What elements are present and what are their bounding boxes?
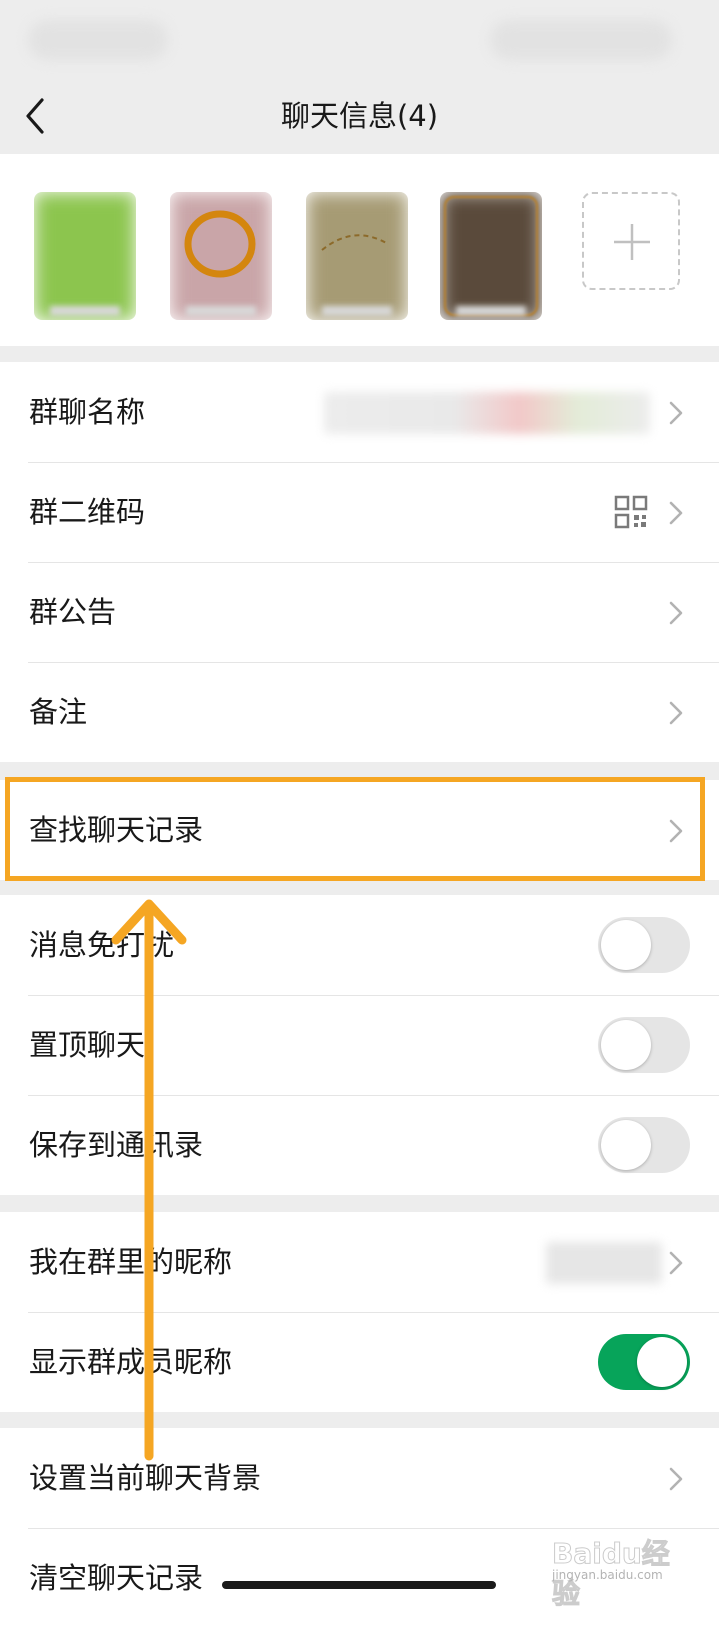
pin-chat-toggle[interactable]: [598, 1017, 690, 1073]
chat-settings-section: 消息免打扰 置顶聊天 保存到通讯录: [0, 895, 719, 1195]
group-name-value-blurred: [324, 392, 650, 434]
member-name-blurred: [322, 306, 392, 316]
mute-row: 消息免打扰: [0, 895, 719, 995]
avatar-image: [34, 192, 136, 320]
member-name-blurred: [186, 306, 256, 316]
chevron-right-icon: [669, 1251, 683, 1275]
avatar-scribble: [444, 196, 538, 316]
toggle-knob: [601, 1020, 651, 1070]
qr-code-icon: [614, 495, 648, 529]
remark-row[interactable]: 备注: [0, 662, 719, 762]
my-group-nickname-row[interactable]: 我在群里的昵称: [0, 1212, 719, 1312]
baidu-watermark: Baidu经验 jingyan.baidu.com: [552, 1532, 682, 1611]
row-label: 设置当前聊天背景: [29, 1461, 262, 1495]
mute-toggle[interactable]: [598, 917, 690, 973]
group-name-row[interactable]: 群聊名称: [0, 362, 719, 462]
avatar-scribble: [184, 210, 256, 278]
save-to-contacts-toggle[interactable]: [598, 1117, 690, 1173]
add-member-button[interactable]: [582, 192, 680, 290]
toggle-knob: [637, 1337, 687, 1387]
member-avatar[interactable]: [440, 192, 542, 320]
row-label: 群公告: [29, 595, 117, 629]
search-chat-history-row[interactable]: 查找聊天记录: [0, 780, 719, 880]
chevron-right-icon: [669, 701, 683, 725]
row-label: 显示群成员昵称: [29, 1345, 233, 1379]
row-label: 备注: [29, 695, 88, 729]
nav-bar: 聊天信息(4): [0, 78, 719, 154]
show-member-nickname-row: 显示群成员昵称: [0, 1312, 719, 1412]
page-title: 聊天信息(4): [280, 99, 439, 133]
status-time-blurred: [28, 20, 168, 60]
row-label: 我在群里的昵称: [29, 1245, 233, 1279]
row-label: 清空聊天记录: [29, 1561, 204, 1595]
search-section: 查找聊天记录: [0, 780, 719, 880]
watermark-url: jingyan.baidu.com: [552, 1568, 663, 1582]
avatar-scribble: [321, 234, 389, 251]
chevron-right-icon: [669, 501, 683, 525]
pin-chat-row: 置顶聊天: [0, 995, 719, 1095]
row-label: 查找聊天记录: [29, 813, 204, 847]
status-icons-blurred: [490, 20, 672, 60]
set-chat-background-row[interactable]: 设置当前聊天背景: [0, 1428, 719, 1528]
row-label: 群聊名称: [29, 395, 146, 429]
group-notice-row[interactable]: 群公告: [0, 562, 719, 662]
toggle-knob: [601, 1120, 651, 1170]
row-label: 保存到通讯录: [29, 1128, 204, 1162]
row-label: 置顶聊天: [29, 1028, 146, 1062]
toggle-knob: [601, 920, 651, 970]
row-label: 消息免打扰: [29, 928, 175, 962]
member-name-blurred: [50, 306, 120, 316]
nickname-section: 我在群里的昵称 显示群成员昵称: [0, 1212, 719, 1412]
group-info-section: 群聊名称 群二维码 群公告 备注: [0, 362, 719, 762]
group-qr-row[interactable]: 群二维码: [0, 462, 719, 562]
member-grid: [0, 154, 719, 346]
home-indicator[interactable]: [222, 1581, 496, 1589]
chevron-right-icon: [669, 1467, 683, 1491]
status-bar: [0, 0, 719, 78]
nickname-value-blurred: [546, 1242, 662, 1284]
show-member-nickname-toggle[interactable]: [598, 1334, 690, 1390]
plus-icon: [614, 224, 650, 260]
chevron-right-icon: [669, 819, 683, 843]
save-to-contacts-row: 保存到通讯录: [0, 1095, 719, 1195]
member-avatar[interactable]: [34, 192, 136, 320]
member-avatar[interactable]: [306, 192, 408, 320]
member-avatar[interactable]: [170, 192, 272, 320]
chevron-right-icon: [669, 401, 683, 425]
chevron-right-icon: [669, 601, 683, 625]
member-name-blurred: [456, 306, 526, 316]
row-label: 群二维码: [29, 495, 146, 529]
